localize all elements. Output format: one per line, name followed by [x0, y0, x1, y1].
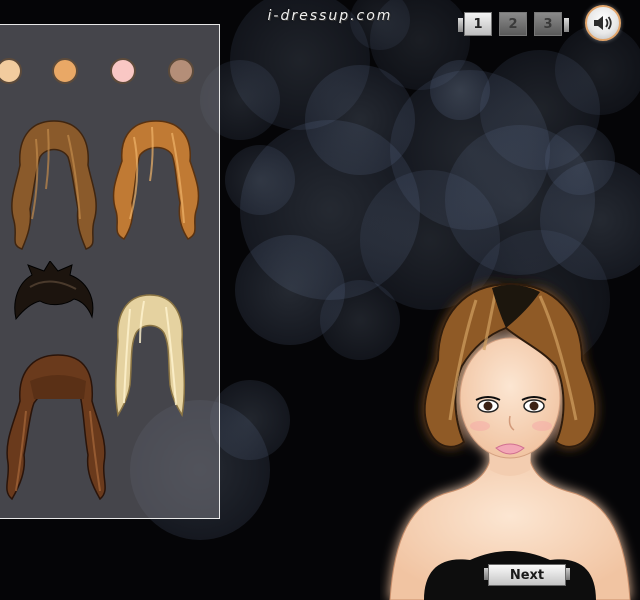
bokeh-circle	[540, 160, 640, 280]
hair-long-wavy-brown-icon	[11, 120, 97, 250]
site-logo[interactable]: i-dressup.com	[244, 8, 416, 26]
bokeh-circle	[430, 60, 490, 120]
sound-toggle-button[interactable]	[585, 5, 621, 41]
bokeh-circle	[480, 50, 600, 170]
hairstyle-long-straight-blonde[interactable]	[110, 293, 190, 425]
bokeh-circle	[210, 380, 290, 460]
hair-long-wavy-copper-icon	[112, 120, 200, 240]
hairstyle-short-spiky-black[interactable]	[10, 260, 96, 331]
hairstyle-long-wavy-copper[interactable]	[106, 119, 202, 241]
page-nav-cap-left	[458, 18, 463, 32]
speaker-icon	[594, 16, 612, 30]
bokeh-circle	[225, 145, 295, 215]
hairstyle-long-wavy-chestnut-bangs[interactable]	[0, 351, 112, 503]
hair-long-straight-blonde-icon	[114, 294, 186, 418]
skin-swatch-1[interactable]	[0, 58, 22, 84]
doll-model	[380, 270, 640, 600]
page-button-1[interactable]: 1	[464, 12, 492, 36]
page-nav-cap-right	[564, 18, 569, 32]
bokeh-circle	[390, 70, 550, 230]
next-button[interactable]: Next	[488, 564, 566, 586]
next-button-cap-right	[566, 568, 570, 580]
hairstyle-long-wavy-brown[interactable]	[6, 119, 102, 251]
skin-swatch-2[interactable]	[52, 58, 78, 84]
bokeh-circle	[305, 65, 415, 175]
bokeh-circle	[445, 125, 595, 275]
hair-long-wavy-chestnut-bangs-icon	[6, 354, 106, 501]
hair-short-spiky-black-icon	[14, 260, 94, 321]
bokeh-circle	[545, 125, 615, 195]
bokeh-circle	[235, 235, 345, 345]
page-button-3[interactable]: 3	[534, 12, 562, 36]
game-stage: i-dressup.com 1 2 3 Next	[0, 0, 640, 600]
hairstyle-panel	[0, 24, 220, 519]
skin-swatch-4[interactable]	[168, 58, 194, 84]
skin-swatch-3[interactable]	[110, 58, 136, 84]
page-button-2[interactable]: 2	[499, 12, 527, 36]
doll-model-figure	[389, 282, 631, 600]
